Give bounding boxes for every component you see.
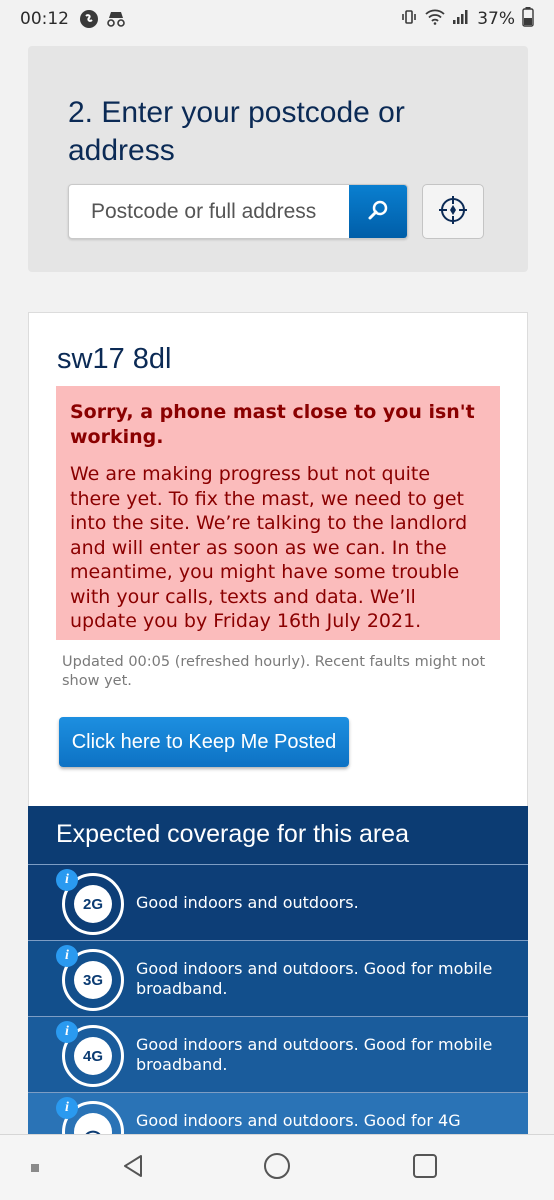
coverage-text: Good indoors and outdoors. bbox=[136, 893, 359, 912]
coverage-row-3g: 3G i Good indoors and outdoors. Good for… bbox=[28, 940, 528, 1016]
coverage-title: Expected coverage for this area bbox=[56, 820, 409, 848]
info-icon[interactable]: i bbox=[56, 1021, 78, 1043]
result-card: sw17 8dl Sorry, a phone mast close to yo… bbox=[28, 312, 528, 852]
locate-me-button[interactable] bbox=[422, 184, 484, 239]
home-button[interactable] bbox=[252, 1135, 302, 1200]
coverage-text: Good indoors and outdoors. Good for 4G bbox=[136, 1111, 461, 1130]
status-bar: 00:12 37% bbox=[0, 0, 554, 38]
postcode-input[interactable] bbox=[69, 185, 351, 238]
mast-fault-alert: Sorry, a phone mast close to you isn't w… bbox=[56, 386, 500, 640]
system-nav-bar bbox=[0, 1134, 554, 1200]
nav-dot-icon bbox=[20, 1135, 50, 1200]
step-title: 2. Enter your postcode or address bbox=[68, 96, 405, 167]
updated-note: Updated 00:05 (refreshed hourly). Recent… bbox=[62, 654, 486, 689]
battery-percent: 37% bbox=[477, 9, 515, 29]
info-icon[interactable]: i bbox=[56, 1097, 78, 1119]
back-button[interactable] bbox=[108, 1135, 158, 1200]
address-step-card: 2. Enter your postcode or address bbox=[28, 46, 528, 272]
network-label: 2G bbox=[74, 885, 112, 923]
network-label: 3G bbox=[74, 961, 112, 999]
wifi-icon bbox=[425, 9, 445, 30]
alert-title: Sorry, a phone mast close to you isn't w… bbox=[70, 401, 475, 448]
search-box bbox=[68, 184, 408, 239]
shazam-icon bbox=[79, 9, 99, 29]
coverage-row-2g: 2G i Good indoors and outdoors. bbox=[28, 864, 528, 940]
vibrate-icon bbox=[400, 8, 418, 31]
keep-me-posted-button[interactable]: Click here to Keep Me Posted bbox=[59, 717, 349, 767]
recents-icon bbox=[411, 1152, 439, 1184]
incognito-icon bbox=[105, 10, 127, 28]
crosshair-icon bbox=[437, 194, 469, 230]
result-postcode: sw17 8dl bbox=[57, 343, 172, 375]
alert-body: We are making progress but not quite the… bbox=[70, 463, 468, 632]
recents-button[interactable] bbox=[400, 1135, 450, 1200]
coverage-row-4g: 4G i Good indoors and outdoors. Good for… bbox=[28, 1016, 528, 1092]
info-icon[interactable]: i bbox=[56, 945, 78, 967]
status-time: 00:12 bbox=[20, 9, 69, 29]
search-button[interactable] bbox=[349, 185, 407, 238]
search-icon bbox=[366, 198, 390, 226]
coverage-text: Good indoors and outdoors. Good for mobi… bbox=[136, 1035, 493, 1074]
back-icon bbox=[119, 1152, 147, 1184]
battery-icon bbox=[522, 6, 534, 32]
coverage-row-4g-calling: i Good indoors and outdoors. Good for 4G bbox=[28, 1092, 528, 1134]
home-icon bbox=[262, 1151, 292, 1185]
coverage-text: Good indoors and outdoors. Good for mobi… bbox=[136, 959, 493, 998]
network-label: 4G bbox=[74, 1037, 112, 1075]
signal-icon bbox=[452, 9, 470, 30]
coverage-panel: Expected coverage for this area 2G i Goo… bbox=[28, 806, 528, 1134]
page-content[interactable]: 2. Enter your postcode or address sw17 8… bbox=[0, 38, 554, 1134]
info-icon[interactable]: i bbox=[56, 869, 78, 891]
wifi-calling-icon bbox=[74, 1113, 112, 1134]
